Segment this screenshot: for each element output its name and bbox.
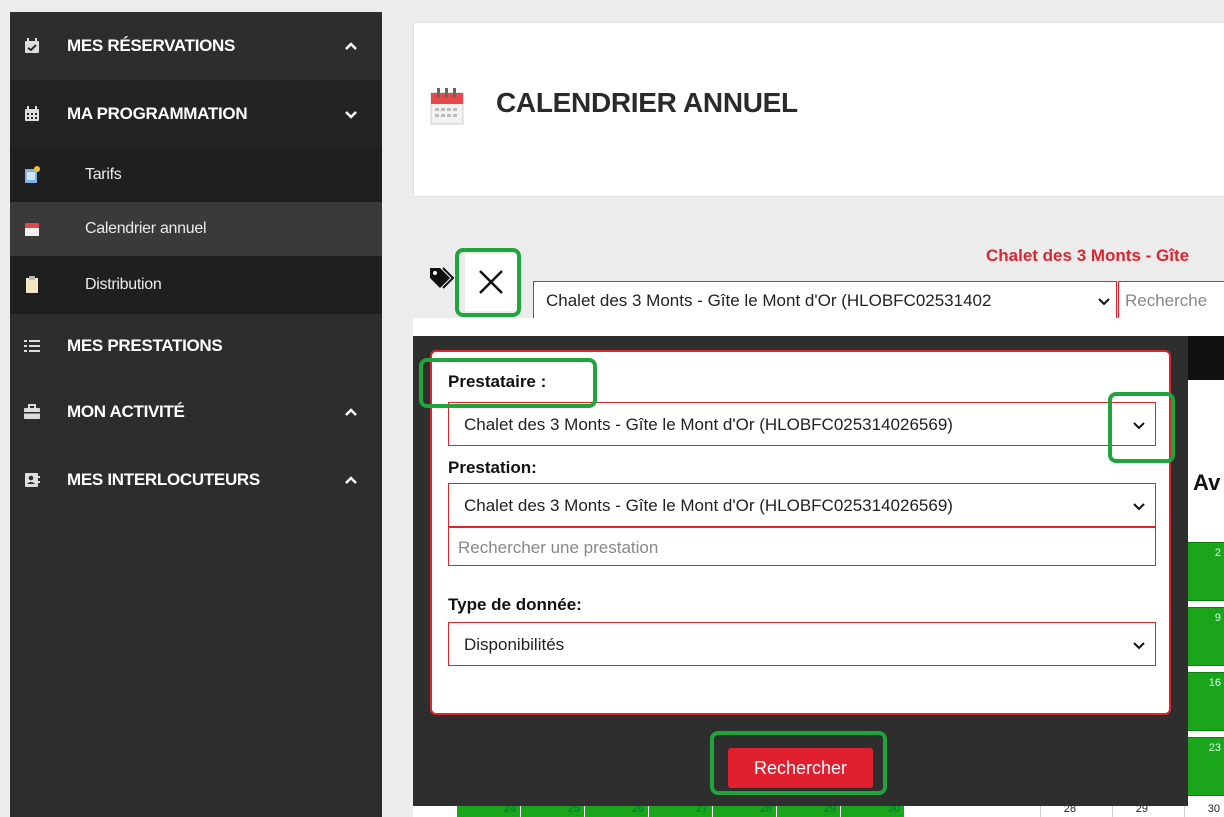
- sidebar-item-label: MES RÉSERVATIONS: [67, 36, 236, 55]
- sidebar-item-tarifs[interactable]: Tarifs: [10, 148, 382, 202]
- provider-select-value: Chalet des 3 Monts - Gîte le Mont d'Or (…: [546, 291, 992, 310]
- list-icon: [24, 338, 40, 354]
- chevron-up-icon: [345, 42, 357, 50]
- type-select[interactable]: Disponibilités: [448, 622, 1156, 666]
- chevron-down-icon: [1098, 298, 1110, 306]
- sidebar-item-distribution[interactable]: Distribution: [10, 256, 382, 314]
- calendar-check-icon: [24, 38, 40, 54]
- tariff-icon: [24, 166, 40, 183]
- prestataire-select[interactable]: Chalet des 3 Monts - Gîte le Mont d'Or (…: [448, 402, 1156, 446]
- chevron-up-icon: [345, 476, 357, 484]
- close-icon: [479, 270, 503, 294]
- sidebar-item-label: MA PROGRAMMATION: [67, 104, 248, 123]
- prestation-label: Prestation:: [448, 458, 537, 477]
- calendar-day[interactable]: 16: [1186, 672, 1224, 731]
- prestataire-label: Prestataire :: [448, 372, 547, 391]
- chevron-down-icon: [1133, 642, 1145, 650]
- prestation-select[interactable]: Chalet des 3 Monts - Gîte le Mont d'Or (…: [448, 483, 1156, 527]
- provider-select[interactable]: Chalet des 3 Monts - Gîte le Mont d'Or (…: [533, 281, 1117, 319]
- filter-form: Prestataire : Chalet des 3 Monts - Gîte …: [430, 350, 1171, 715]
- calendar-icon: [24, 221, 40, 237]
- sidebar-item-mes-prestations[interactable]: MES PRESTATIONS: [10, 314, 382, 378]
- calendar-day[interactable]: 2: [1186, 542, 1224, 601]
- type-select-value: Disponibilités: [464, 635, 565, 654]
- search-button[interactable]: Rechercher: [728, 748, 873, 788]
- tags-icon: [430, 267, 454, 289]
- chevron-up-icon: [345, 408, 357, 416]
- sidebar-item-label: Calendrier annuel: [85, 220, 207, 237]
- sidebar: MES RÉSERVATIONS MA PROGRAMMATION Tarifs…: [10, 12, 382, 817]
- chevron-down-icon: [345, 111, 357, 119]
- sidebar-item-label: Tarifs: [85, 166, 122, 183]
- chevron-down-icon: [1133, 422, 1145, 430]
- calendar-day[interactable]: 9: [1186, 607, 1224, 666]
- selected-provider-title: Chalet des 3 Monts - Gîte: [986, 246, 1190, 265]
- sidebar-item-label: MON ACTIVITÉ: [67, 402, 185, 421]
- briefcase-icon: [24, 404, 40, 420]
- calendar-grid-icon: [24, 106, 40, 122]
- chevron-down-icon: [1133, 503, 1145, 511]
- header-card: CALENDRIER ANNUEL: [413, 22, 1224, 197]
- calendar-icon: [430, 88, 464, 125]
- prestation-search-placeholder: Rechercher une prestation: [458, 538, 659, 557]
- calendar-month-label: Av: [1193, 470, 1221, 495]
- contact-icon: [24, 472, 40, 488]
- prestation-select-value: Chalet des 3 Monts - Gîte le Mont d'Or (…: [464, 496, 953, 515]
- sidebar-item-label: Distribution: [85, 276, 162, 293]
- sidebar-item-ma-programmation[interactable]: MA PROGRAMMATION: [10, 80, 382, 148]
- prestation-search-input[interactable]: Rechercher une prestation: [448, 527, 1156, 566]
- sidebar-item-mes-reservations[interactable]: MES RÉSERVATIONS: [10, 12, 382, 80]
- type-label: Type de donnée:: [448, 595, 582, 614]
- search-input[interactable]: Recherche: [1118, 281, 1224, 319]
- sidebar-item-mes-interlocuteurs[interactable]: MES INTERLOCUTEURS: [10, 446, 382, 514]
- page-title: CALENDRIER ANNUEL: [496, 87, 798, 118]
- calendar-day[interactable]: 30: [1184, 803, 1224, 817]
- filter-panel: Prestataire : Chalet des 3 Monts - Gîte …: [413, 336, 1188, 806]
- sidebar-item-mon-activite[interactable]: MON ACTIVITÉ: [10, 378, 382, 446]
- sidebar-item-calendrier-annuel[interactable]: Calendrier annuel: [10, 202, 382, 256]
- clipboard-icon: [24, 276, 40, 293]
- calendar-day[interactable]: 23: [1186, 737, 1224, 796]
- close-button[interactable]: [465, 254, 517, 311]
- sidebar-item-label: MES INTERLOCUTEURS: [67, 470, 260, 489]
- sidebar-item-label: MES PRESTATIONS: [67, 336, 223, 355]
- search-placeholder: Recherche: [1125, 291, 1208, 310]
- prestataire-select-value: Chalet des 3 Monts - Gîte le Mont d'Or (…: [464, 415, 953, 434]
